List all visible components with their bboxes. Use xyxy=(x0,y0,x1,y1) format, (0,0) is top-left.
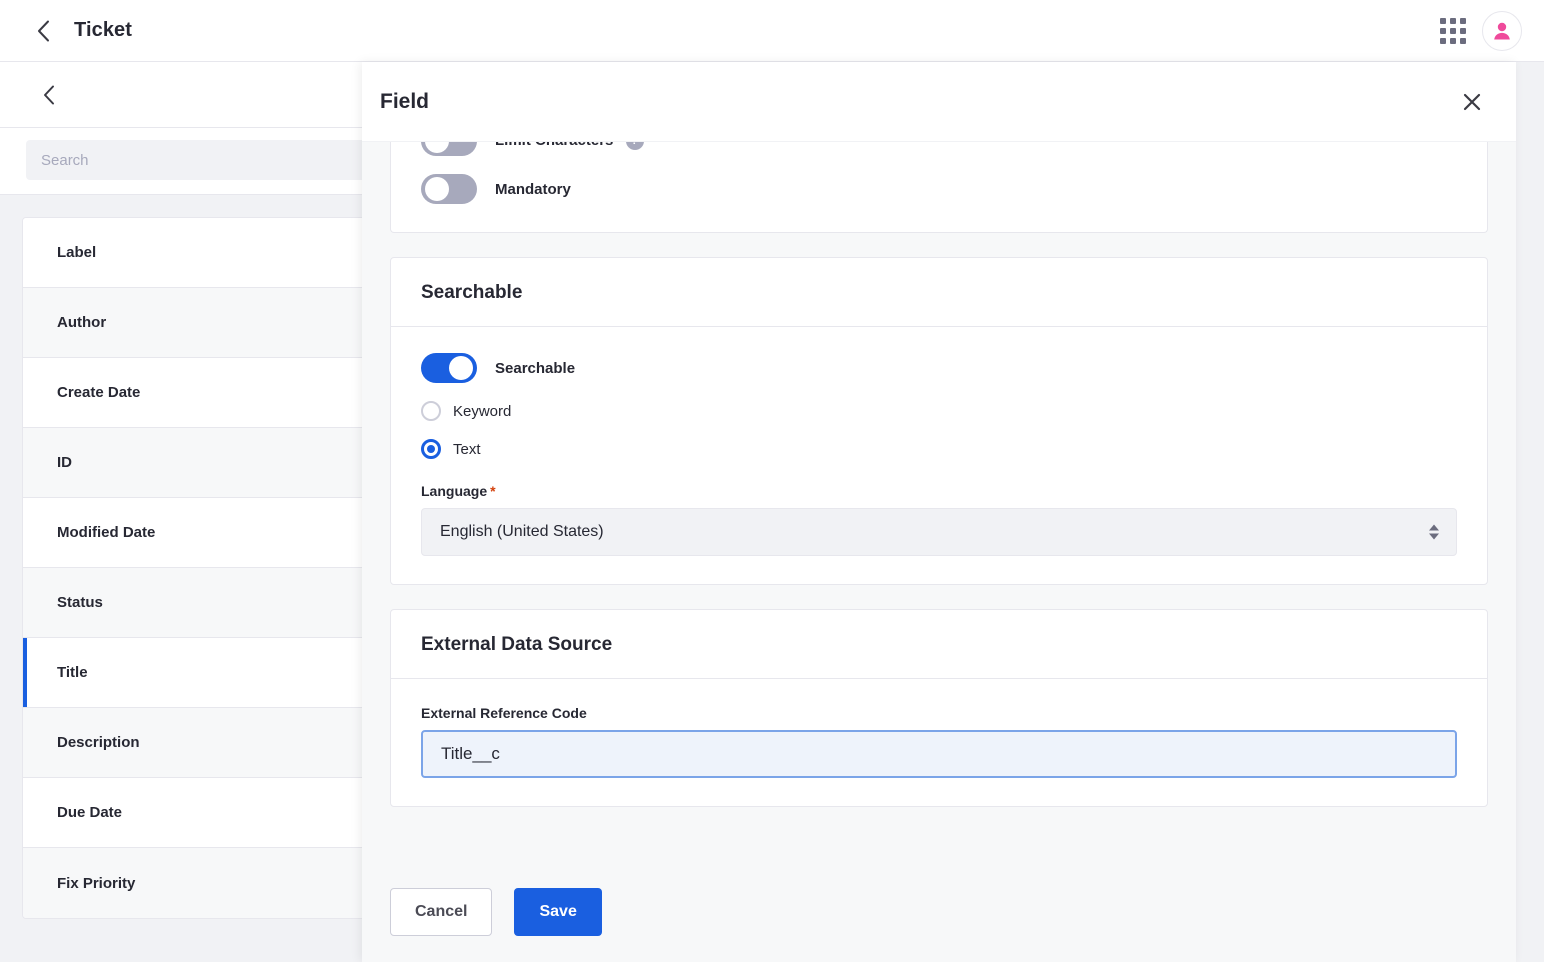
list-item[interactable]: Create Date xyxy=(23,358,381,428)
field-label: Title xyxy=(57,664,88,681)
searchable-toggle-label: Searchable xyxy=(495,359,576,377)
radio-keyword-row[interactable]: Keyword xyxy=(421,401,1457,421)
list-item[interactable]: Description xyxy=(23,708,381,778)
field-label: Modified Date xyxy=(57,524,156,541)
language-label: Language * xyxy=(421,483,1457,499)
toggle-knob xyxy=(425,142,449,153)
searchable-card-heading: Searchable xyxy=(391,258,1487,327)
modal-body: Limit Characters ? Mandatory Searchable … xyxy=(362,142,1516,874)
field-label: Description xyxy=(57,734,140,751)
list-item[interactable]: Author xyxy=(23,288,381,358)
app-bar: Ticket xyxy=(0,0,1544,62)
modal-header: Field xyxy=(362,62,1516,142)
language-select-wrap: English (United States) xyxy=(421,508,1457,556)
search-input[interactable] xyxy=(41,151,361,169)
searchable-toggle[interactable] xyxy=(421,353,477,383)
field-options-card: Limit Characters ? Mandatory xyxy=(390,142,1488,233)
avatar[interactable] xyxy=(1482,10,1522,51)
field-label: Author xyxy=(57,314,107,331)
radio-text-row[interactable]: Text xyxy=(421,439,1457,459)
limit-characters-toggle[interactable] xyxy=(421,142,477,156)
limit-characters-label: Limit Characters ? xyxy=(495,142,644,151)
close-button[interactable] xyxy=(1454,84,1490,120)
field-label: Label xyxy=(57,244,97,261)
field-label: Status xyxy=(57,594,103,611)
mandatory-toggle[interactable] xyxy=(421,174,477,204)
searchable-row: Searchable xyxy=(421,353,1457,383)
panel-search-container xyxy=(0,128,400,195)
radio-text[interactable] xyxy=(421,439,441,459)
field-label: Create Date xyxy=(57,384,141,401)
external-data-source-body: External Reference Code xyxy=(391,679,1487,806)
searchable-card: Searchable Searchable Keyword Text Langu… xyxy=(390,257,1488,585)
field-options-body: Limit Characters ? Mandatory xyxy=(391,142,1487,232)
list-item[interactable]: Label xyxy=(23,218,381,288)
field-modal: Field Limit Characters ? Mandatory xyxy=(362,62,1516,962)
external-data-source-heading: External Data Source xyxy=(391,610,1487,679)
chevron-left-icon xyxy=(37,20,49,41)
field-label: Due Date xyxy=(57,804,123,821)
limit-characters-text: Limit Characters xyxy=(495,142,613,149)
field-label: Fix Priority xyxy=(57,874,136,892)
save-button[interactable]: Save xyxy=(514,888,602,936)
list-item[interactable]: Fix Priority xyxy=(23,848,381,918)
limit-characters-row: Limit Characters ? xyxy=(421,142,1457,156)
page-title: Ticket xyxy=(74,19,133,41)
field-label: ID xyxy=(57,454,72,471)
mandatory-label: Mandatory xyxy=(495,180,571,198)
external-reference-code-input[interactable] xyxy=(421,730,1457,778)
external-data-source-card: External Data Source External Reference … xyxy=(390,609,1488,807)
external-reference-code-label: External Reference Code xyxy=(421,705,587,721)
modal-title: Field xyxy=(380,89,430,113)
app-bar-back-button[interactable] xyxy=(26,14,60,48)
close-x-icon xyxy=(1463,93,1481,110)
radio-keyword-label: Keyword xyxy=(453,402,512,420)
apps-grid-icon[interactable] xyxy=(1440,17,1466,44)
list-item[interactable]: Modified Date xyxy=(23,498,381,568)
search-field-wrapper[interactable] xyxy=(26,140,376,180)
language-label-text: Language xyxy=(421,483,488,499)
toggle-knob xyxy=(449,356,473,380)
required-asterisk: * xyxy=(490,483,496,499)
radio-text-label: Text xyxy=(453,440,481,458)
mandatory-row: Mandatory xyxy=(421,174,1457,204)
question-mark-icon[interactable]: ? xyxy=(625,142,644,151)
radio-keyword[interactable] xyxy=(421,401,441,421)
panel-back-button[interactable] xyxy=(34,80,64,110)
panel-header xyxy=(0,62,400,128)
cancel-button[interactable]: Cancel xyxy=(390,888,493,936)
language-form-group: Language * English (United States) xyxy=(421,483,1457,556)
language-select[interactable]: English (United States) xyxy=(421,508,1457,556)
app-bar-actions xyxy=(1440,10,1522,51)
list-item[interactable]: ID xyxy=(23,428,381,498)
list-item-selected[interactable]: Title xyxy=(23,638,381,708)
list-item[interactable]: Status xyxy=(23,568,381,638)
searchable-card-body: Searchable Keyword Text Language * Englis… xyxy=(391,327,1487,584)
user-avatar-icon xyxy=(1494,22,1510,39)
list-item[interactable]: Due Date xyxy=(23,778,381,848)
modal-footer: Cancel Save xyxy=(362,874,1516,962)
chevron-left-icon xyxy=(44,85,54,104)
toggle-knob xyxy=(425,177,449,201)
fields-side-panel: Label Author Create Date ID Modified Dat… xyxy=(0,62,400,962)
field-list: Label Author Create Date ID Modified Dat… xyxy=(22,217,382,919)
